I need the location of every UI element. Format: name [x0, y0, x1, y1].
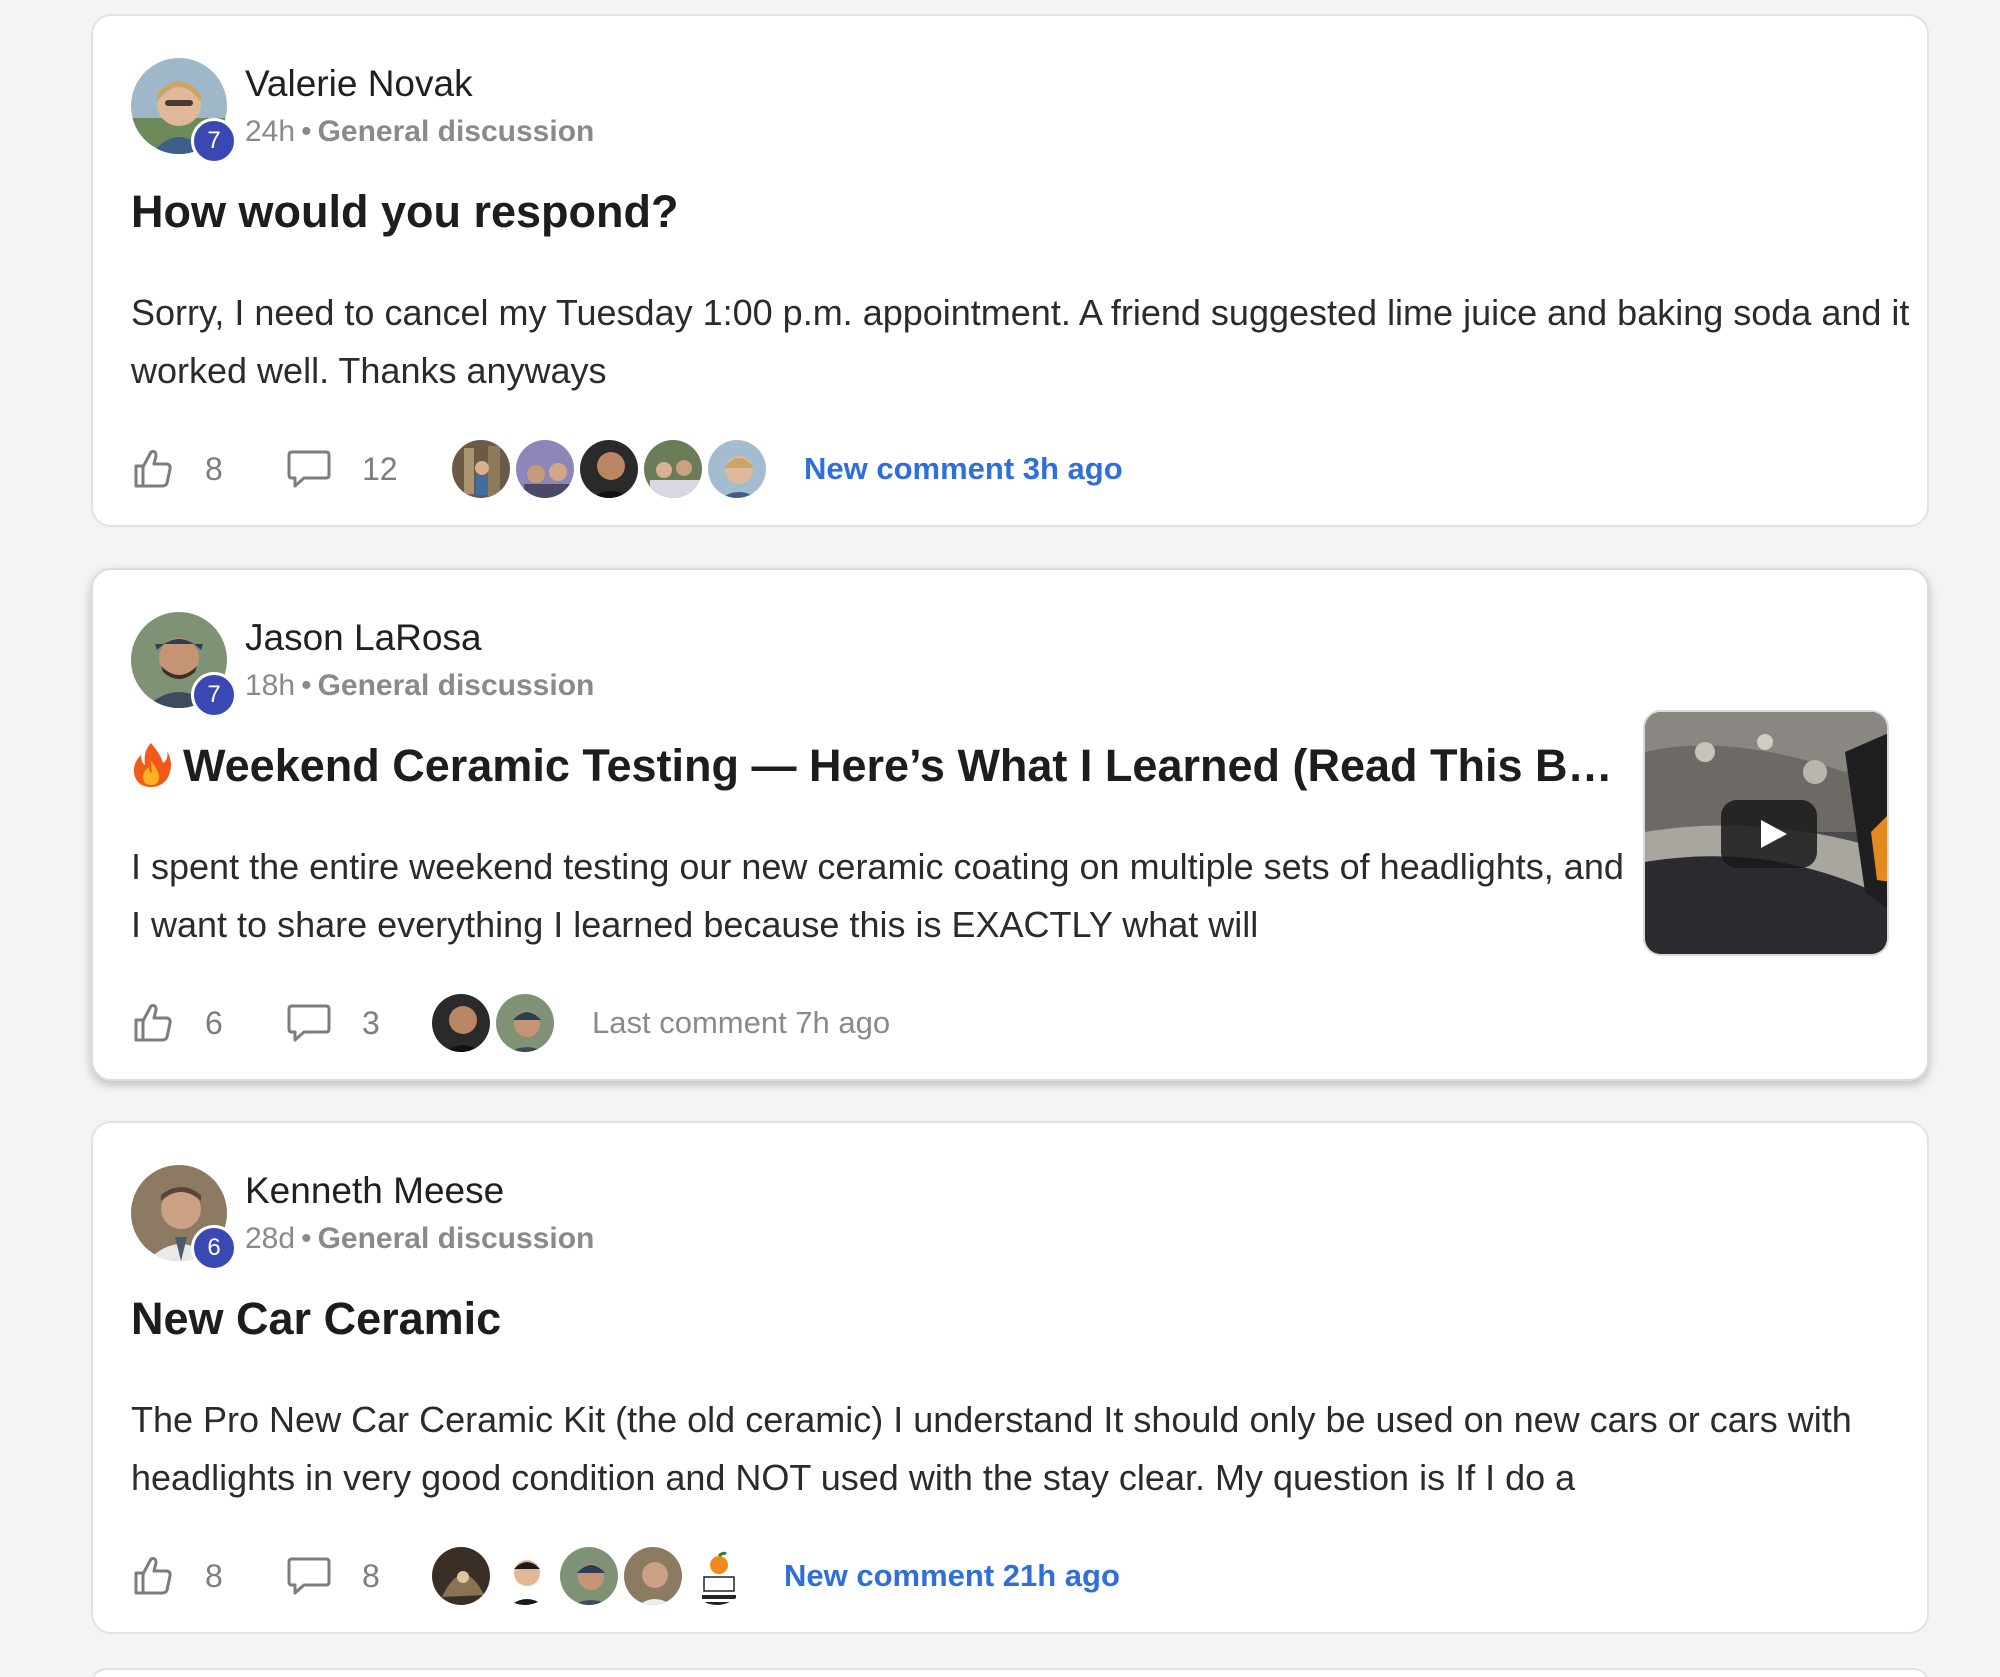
participant-avatar [706, 438, 768, 500]
author-avatar[interactable]: 7 [131, 612, 237, 718]
post-header: 7 Jason LaRosa 18h • General discussion [131, 612, 594, 722]
author-name[interactable]: Kenneth Meese [245, 1169, 594, 1213]
comment-button[interactable]: 8 [286, 1555, 428, 1597]
level-badge: 7 [191, 672, 237, 718]
like-count: 8 [205, 1557, 223, 1594]
post-footer: 6 3 Last comment 7h ago [131, 992, 890, 1054]
post-title-row[interactable]: Weekend Ceramic Testing — Here’s What I … [131, 738, 1651, 794]
post-category[interactable]: General discussion [318, 1222, 595, 1255]
post-header: 6 Kenneth Meese 28d • General discussion [131, 1165, 594, 1275]
post-meta: Kenneth Meese 28d • General discussion [245, 1165, 594, 1257]
speech-bubble-icon [287, 1557, 331, 1595]
speech-bubble-icon [287, 1004, 331, 1042]
participant-avatar [494, 1545, 556, 1607]
author-avatar[interactable]: 7 [131, 58, 237, 164]
level-badge: 6 [191, 1225, 237, 1271]
author-name[interactable]: Valerie Novak [245, 62, 594, 106]
like-count: 6 [205, 1004, 223, 1041]
post-header: 7 Valerie Novak 24h • General discussion [131, 58, 594, 168]
post-category[interactable]: General discussion [318, 115, 595, 148]
author-avatar[interactable]: 6 [131, 1165, 237, 1271]
post-time: 28d [245, 1222, 296, 1255]
author-name[interactable]: Jason LaRosa [245, 616, 594, 660]
post-subline: 18h • General discussion [245, 668, 594, 704]
thumbs-up-icon [134, 450, 172, 488]
like-count: 8 [205, 450, 223, 487]
participant-avatar [450, 438, 512, 500]
comment-count: 8 [362, 1557, 380, 1594]
comment-button[interactable]: 12 [286, 448, 448, 490]
video-thumbnail[interactable] [1643, 710, 1889, 956]
participant-avatars[interactable] [428, 992, 556, 1054]
post-body[interactable]: The Pro New Car Ceramic Kit (the old cer… [131, 1391, 1911, 1507]
separator-dot: • [301, 1222, 312, 1255]
participant-avatar [622, 1545, 684, 1607]
comment-count: 12 [362, 450, 398, 487]
post-card[interactable]: 7 Valerie Novak 24h • General discussion H… [91, 14, 1929, 527]
play-icon[interactable] [1721, 800, 1817, 868]
post-body[interactable]: Sorry, I need to cancel my Tuesday 1:00 … [131, 284, 1911, 400]
activity-text[interactable]: Last comment 7h ago [592, 1005, 890, 1041]
like-button[interactable]: 8 [131, 1554, 286, 1598]
activity-link[interactable]: New comment 3h ago [804, 451, 1123, 487]
comment-button[interactable]: 3 [286, 1002, 428, 1044]
participant-avatars[interactable] [428, 1545, 748, 1607]
participant-avatar [430, 992, 492, 1054]
post-title[interactable]: New Car Ceramic [131, 1291, 1891, 1347]
participant-avatar [686, 1545, 748, 1607]
thumbs-up-icon [134, 1004, 172, 1042]
post-body[interactable]: I spent the entire weekend testing our n… [131, 838, 1631, 954]
post-subline: 28d • General discussion [245, 1221, 594, 1257]
next-post-card-edge [91, 1668, 1929, 1677]
post-title[interactable]: How would you respond? [131, 184, 1891, 240]
post-time: 18h [245, 669, 296, 702]
participant-avatar [430, 1545, 492, 1607]
post-footer: 8 8 New comment 21h ago [131, 1545, 1120, 1607]
fire-icon [133, 743, 171, 787]
like-button[interactable]: 6 [131, 1001, 286, 1045]
participant-avatar [558, 1545, 620, 1607]
speech-bubble-icon [287, 450, 331, 488]
separator-dot: • [301, 669, 312, 702]
post-card[interactable]: 6 Kenneth Meese 28d • General discussion N… [91, 1121, 1929, 1634]
participant-avatar [578, 438, 640, 500]
separator-dot: • [301, 115, 312, 148]
participant-avatar [494, 992, 556, 1054]
participant-avatars[interactable] [448, 438, 768, 500]
post-meta: Jason LaRosa 18h • General discussion [245, 612, 594, 704]
post-category[interactable]: General discussion [318, 669, 595, 702]
post-title[interactable]: Weekend Ceramic Testing — Here’s What I … [183, 740, 1613, 791]
level-badge: 7 [191, 118, 237, 164]
participant-avatar [514, 438, 576, 500]
comment-count: 3 [362, 1004, 380, 1041]
participant-avatar [642, 438, 704, 500]
post-time: 24h [245, 115, 296, 148]
post-footer: 8 12 New comment 3h ago [131, 438, 1123, 500]
activity-link[interactable]: New comment 21h ago [784, 1558, 1120, 1594]
thumbs-up-icon [134, 1557, 172, 1595]
post-subline: 24h • General discussion [245, 114, 594, 150]
post-meta: Valerie Novak 24h • General discussion [245, 58, 594, 150]
post-card[interactable]: 7 Jason LaRosa 18h • General discussion We… [91, 568, 1929, 1081]
like-button[interactable]: 8 [131, 447, 286, 491]
